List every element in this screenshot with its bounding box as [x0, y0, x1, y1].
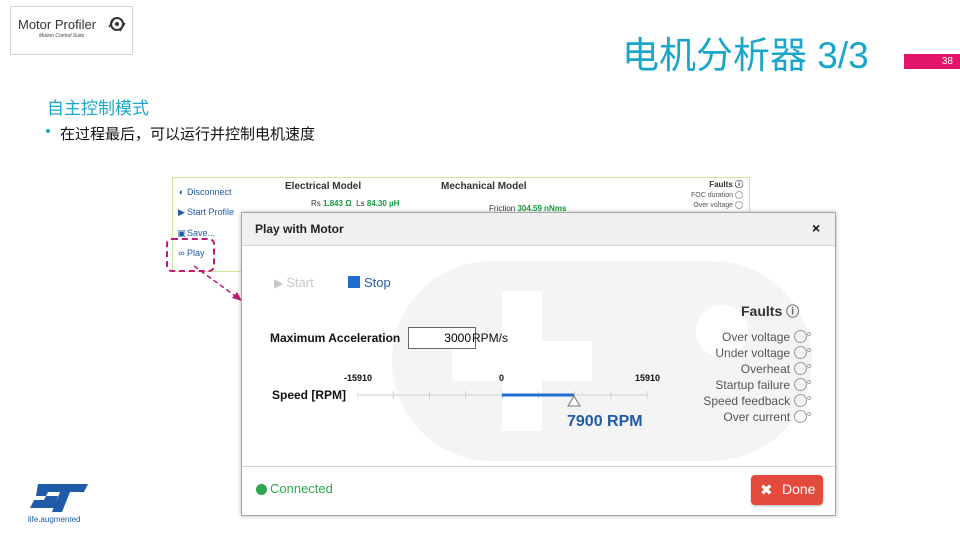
slider-max-label: 15910: [635, 373, 661, 383]
rs-value: 1.843 Ω: [323, 199, 352, 208]
max-acceleration-unit: RPM/s: [472, 331, 508, 345]
fault-indicator-icon: [735, 191, 743, 199]
done-button[interactable]: ✖ Done: [751, 475, 823, 505]
fault-label: Over current: [723, 410, 791, 424]
play-icon: ▶: [274, 276, 284, 290]
fault-indicator-icon: [794, 330, 808, 343]
rs-label: Rs: [311, 199, 321, 208]
fault-label: Speed feedback: [703, 394, 791, 408]
st-tagline: life.augmented: [28, 515, 81, 524]
fault-indicator-icon: [794, 362, 808, 375]
bg-fault-label: Over voltage: [693, 201, 733, 209]
logo-title: Motor Profiler: [18, 17, 97, 32]
fault-row-startup-failure: Startup failure o: [715, 378, 811, 392]
speed-readout: 7900 RPM: [567, 413, 643, 430]
slide-heading: 自主控制模式: [47, 99, 149, 118]
ls-value: 84.30 µH: [366, 199, 400, 208]
fault-row-speed-feedback: Speed feedback o: [703, 394, 811, 408]
mechanical-model-heading: Mechanical Model: [441, 181, 527, 192]
fault-indicator-icon: [794, 410, 808, 423]
faults-label: Faults: [741, 303, 783, 319]
slide-title: 电机分析器 3/3: [622, 35, 869, 76]
motor-profiler-logo: Motor Profiler Motion Control Suite: [10, 6, 133, 55]
dialog-header: Play with Motor ×: [242, 213, 835, 246]
dialog-title: Play with Motor: [255, 222, 344, 236]
logo-subtitle: Motion Control Suite: [39, 33, 85, 39]
motor-gear-icon: [108, 17, 126, 32]
start-button[interactable]: ▶ Start: [274, 275, 314, 290]
close-icon[interactable]: ×: [812, 220, 820, 236]
fault-row-overheat: Overheat o: [740, 362, 811, 376]
stop-label: Stop: [364, 275, 391, 290]
fault-label: Over voltage: [722, 330, 791, 344]
sidebar-item-disconnect[interactable]: ◐ Disconnect: [176, 187, 232, 197]
electrical-values: Rs 1.843 Ω Ls 84.30 µH: [311, 199, 399, 208]
fault-label: Under voltage: [715, 346, 791, 360]
page-number: 38: [941, 56, 953, 67]
slider-min-label: -15910: [344, 373, 373, 383]
speed-slider[interactable]: -15910 0 15910: [344, 373, 662, 443]
sidebar-item-label: Start Profile: [187, 207, 235, 217]
fault-indicator-icon: [794, 394, 808, 407]
fault-label: Startup failure: [715, 378, 791, 392]
max-acceleration-label: Maximum Acceleration: [270, 331, 401, 345]
fault-row-over-voltage: Over voltage o: [722, 330, 811, 344]
page-number-tab: 38: [904, 54, 960, 69]
fault-label: Overheat: [740, 362, 791, 376]
fault-indicator-icon: [735, 201, 743, 209]
st-logo-icon: [30, 484, 88, 512]
slider-thumb[interactable]: [567, 395, 581, 407]
sidebar-item-start-profile[interactable]: ▶ Start Profile: [176, 207, 234, 218]
max-acceleration-input[interactable]: [408, 327, 476, 349]
speed-label: Speed [RPM]: [272, 388, 347, 402]
bg-fault-label: FOC duration: [690, 191, 733, 199]
play-icon: ▶: [178, 207, 185, 217]
connected-status-icon: [256, 484, 267, 495]
info-icon: ⓘ: [735, 180, 743, 189]
stop-button[interactable]: Stop: [348, 275, 391, 290]
bullet-text: 在过程最后，可以运行并控制电机速度: [60, 126, 316, 143]
info-icon: ⓘ: [786, 304, 800, 319]
toggle-icon: ◐: [178, 187, 185, 197]
sidebar-item-label: Save...: [187, 228, 216, 238]
connection-status: Connected: [270, 481, 333, 496]
done-label: Done: [782, 481, 816, 497]
bg-fault-row: FOC duration: [691, 191, 743, 199]
stop-icon: [348, 276, 360, 288]
bg-faults-label: Faults: [709, 180, 733, 189]
fault-row-under-voltage: Under voltage o: [715, 346, 811, 360]
start-label: Start: [286, 275, 314, 290]
fault-indicator-icon: [794, 378, 808, 391]
bullet-icon: [46, 129, 50, 133]
sidebar-item-label: Disconnect: [187, 187, 232, 197]
fault-indicator-icon: [794, 346, 808, 359]
bg-fault-row: Over voltage: [693, 201, 743, 209]
fault-row-over-current: Over current o: [723, 410, 811, 424]
faults-heading: Faults ⓘ: [741, 301, 799, 320]
electrical-model-heading: Electrical Model: [285, 181, 362, 192]
slider-zero-label: 0: [499, 373, 505, 383]
bg-faults-heading: Faults ⓘ: [709, 179, 743, 190]
close-icon: ✖: [760, 482, 773, 499]
play-with-motor-dialog: Play with Motor × ▶ Start Stop Maximum Ac…: [241, 212, 836, 516]
ls-label: Ls: [356, 199, 365, 208]
